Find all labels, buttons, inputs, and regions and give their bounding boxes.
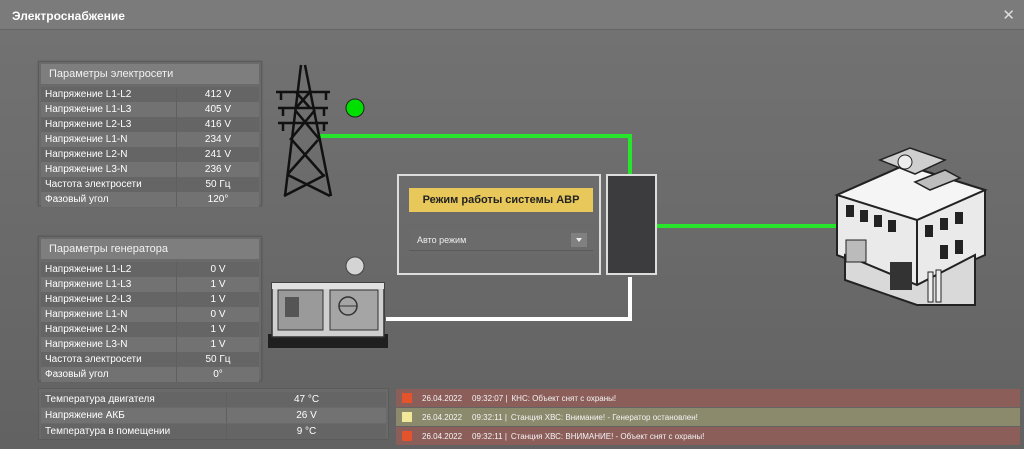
event-log: 26.04.2022 09:32:07 | КНС: Объект снят с… [396, 389, 1020, 446]
param-value: 241 V [176, 147, 259, 162]
grid-params-panel: Параметры электросети Напряжение L1-L2 41… [38, 61, 262, 207]
param-value: 0° [176, 367, 259, 382]
table-row: Фазовый угол 120° [41, 192, 259, 207]
table-row: Напряжение L1-L2 412 V [41, 87, 259, 102]
param-label: Напряжение L1-L2 [45, 264, 132, 275]
list-item[interactable]: 26.04.2022 09:32:11 | Станция ХВС: ВНИМА… [396, 427, 1020, 445]
param-label: Напряжение L3-N [45, 164, 128, 175]
table-row: Фазовый угол 0° [41, 367, 259, 382]
grid-status-indicator [345, 98, 365, 118]
table-row: Напряжение L3-N 236 V [41, 162, 259, 177]
event-time: 09:32:11 | [472, 431, 507, 441]
generator-status-indicator [345, 256, 365, 276]
param-label: Напряжение L1-L3 [45, 104, 132, 115]
param-label: Напряжение L1-L3 [45, 279, 132, 290]
chevron-down-icon[interactable] [571, 233, 587, 247]
alert-square-icon [402, 431, 412, 441]
table-row: Температура в помещении 9 °C [41, 424, 386, 439]
param-value: 50 Гц [176, 352, 259, 367]
avr-mode-value: Авто режим [417, 235, 467, 245]
switch-cabinet [606, 174, 657, 275]
param-value: 50 Гц [176, 177, 259, 192]
param-value: 47 °C [226, 392, 386, 407]
engine-params-panel: Температура двигателя 47 °C Напряжение АК… [38, 388, 389, 440]
table-row: Напряжение L1-N 234 V [41, 132, 259, 147]
param-value: 1 V [176, 277, 259, 292]
param-label: Частота электросети [45, 354, 142, 365]
param-value: 412 V [176, 87, 259, 102]
table-row: Частота электросети 50 Гц [41, 177, 259, 192]
param-label: Напряжение L2-L3 [45, 294, 132, 305]
param-label: Температура двигателя [45, 394, 155, 405]
param-label: Частота электросети [45, 179, 142, 190]
generator-params-table: Напряжение L1-L2 0 V Напряжение L1-L3 1 V … [39, 262, 261, 382]
param-value: 26 V [226, 408, 386, 423]
generator-power-line [386, 277, 632, 321]
table-row: Напряжение L2-L3 416 V [41, 117, 259, 132]
param-label: Напряжение L3-N [45, 339, 128, 350]
table-row: Напряжение L1-L3 405 V [41, 102, 259, 117]
param-value: 416 V [176, 117, 259, 132]
table-row: Напряжение АКБ 26 V [41, 408, 386, 423]
param-label: Напряжение L1-L2 [45, 89, 132, 100]
generator-icon [268, 282, 388, 348]
avr-mode-select[interactable]: Авто режим [409, 229, 593, 251]
table-row: Напряжение L3-N 1 V [41, 337, 259, 352]
param-value: 236 V [176, 162, 259, 177]
event-date: 26.04.2022 [422, 393, 463, 403]
building-icon [834, 147, 988, 306]
avr-mode-button[interactable]: Режим работы системы АВР [409, 188, 593, 212]
param-value: 0 V [176, 262, 259, 277]
param-value: 234 V [176, 132, 259, 147]
param-label: Напряжение L2-N [45, 149, 128, 160]
table-row: Напряжение L1-L3 1 V [41, 277, 259, 292]
param-label: Напряжение L1-N [45, 134, 128, 145]
event-date: 26.04.2022 [422, 412, 463, 422]
table-row: Частота электросети 50 Гц [41, 352, 259, 367]
event-text: Станция ХВС: ВНИМАНИЕ! - Объект снят с о… [510, 431, 705, 441]
param-label: Фазовый угол [45, 194, 109, 205]
param-value: 9 °C [226, 424, 386, 439]
power-tower-icon [276, 64, 333, 198]
param-value: 1 V [176, 292, 259, 307]
param-value: 120° [176, 192, 259, 207]
param-label: Напряжение L2-L3 [45, 119, 132, 130]
table-row: Напряжение L1-L2 0 V [41, 262, 259, 277]
event-date: 26.04.2022 [422, 431, 463, 441]
event-text: Станция ХВС: Внимание! - Генератор остан… [510, 412, 698, 422]
param-value: 1 V [176, 322, 259, 337]
avr-control-box: Режим работы системы АВР Авто режим [397, 174, 601, 275]
warning-square-icon [402, 412, 412, 422]
grid-params-title: Параметры электросети [41, 64, 259, 84]
table-row: Температура двигателя 47 °C [41, 392, 386, 407]
param-value: 405 V [176, 102, 259, 117]
list-item[interactable]: 26.04.2022 09:32:11 | Станция ХВС: Внима… [396, 408, 1020, 426]
event-time: 09:32:11 | [472, 412, 507, 422]
alert-square-icon [402, 393, 412, 403]
generator-params-panel: Параметры генератора Напряжение L1-L2 0 V… [38, 236, 262, 382]
param-value: 0 V [176, 307, 259, 322]
table-row: Напряжение L2-N 1 V [41, 322, 259, 337]
param-label: Напряжение L1-N [45, 309, 128, 320]
param-label: Напряжение L2-N [45, 324, 128, 335]
param-label: Фазовый угол [45, 369, 109, 380]
grid-params-table: Напряжение L1-L2 412 V Напряжение L1-L3 40… [39, 87, 261, 207]
param-value: 1 V [176, 337, 259, 352]
list-item[interactable]: 26.04.2022 09:32:07 | КНС: Объект снят с… [396, 389, 1020, 407]
param-label: Температура в помещении [45, 426, 171, 437]
event-text: КНС: Объект снят с охраны! [511, 393, 617, 403]
table-row: Напряжение L2-N 241 V [41, 147, 259, 162]
param-label: Напряжение АКБ [45, 410, 125, 421]
event-time: 09:32:07 | [472, 393, 508, 403]
table-row: Напряжение L1-N 0 V [41, 307, 259, 322]
generator-params-title: Параметры генератора [41, 239, 259, 259]
table-row: Напряжение L2-L3 1 V [41, 292, 259, 307]
